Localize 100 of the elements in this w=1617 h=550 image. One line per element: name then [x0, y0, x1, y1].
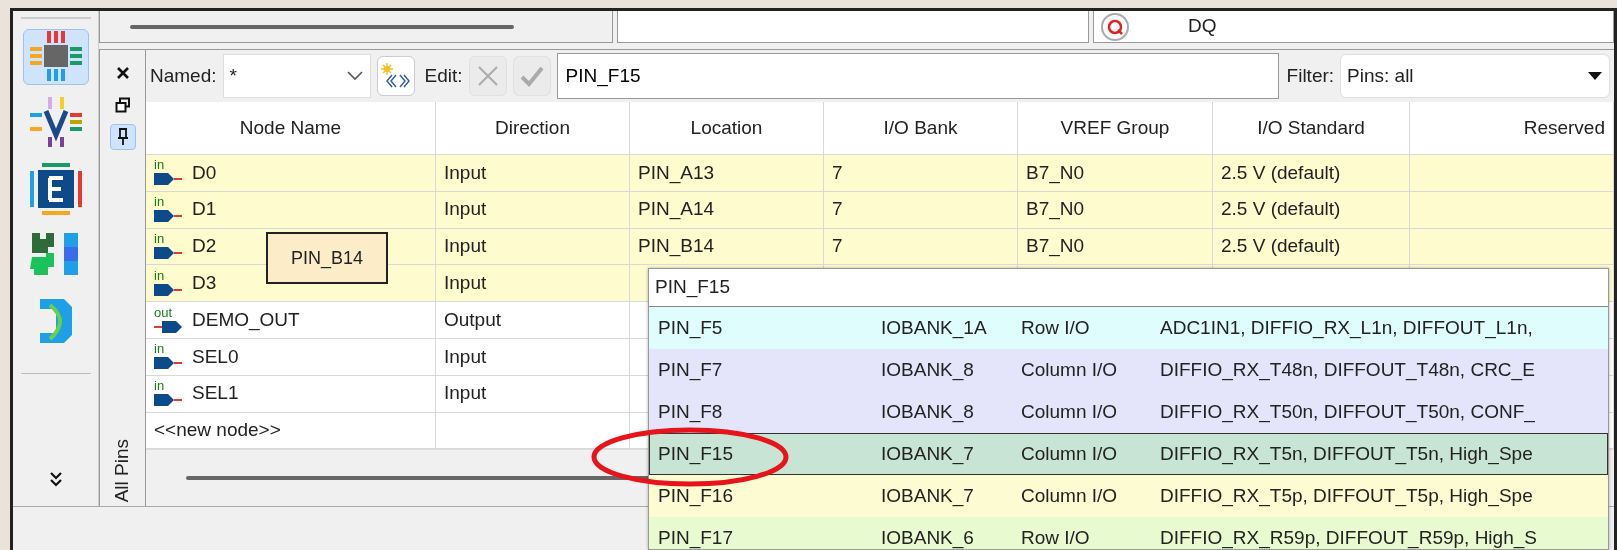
pin-type-label: in [154, 268, 166, 282]
table-cell-text: 2.5 V (default) [1221, 234, 1341, 259]
bank-text: IOBANK_1A [881, 315, 988, 341]
caret-down-icon [1587, 71, 1603, 81]
pin-type-label: out [154, 305, 174, 319]
functions-text: DIFFIO_RX_T50n, DIFFOUT_T50n, CONF_ [1160, 399, 1535, 425]
pin-type-label: in [154, 195, 166, 209]
pin-text: PIN_F17 [657, 525, 734, 549]
list-item[interactable]: PIN_F15 IOBANK_7 Column I/O DIFFIO_RX_T5n, DIFFOUT_T5n, High_Spe [649, 433, 1608, 475]
field-label: Named: [150, 63, 217, 88]
table-cell-text: 7 [832, 234, 843, 259]
list-item[interactable]: PIN_F5 IOBANK_1A Row I/O ADC1IN1, DIFFIO_RX_L1n, DIFFOUT_L1n, [649, 307, 1608, 349]
pin-type-label: in [154, 342, 166, 356]
functions-text: DIFFIO_RX_R59p, DIFFOUT_R59p, High_S [1160, 525, 1537, 549]
popup-value: PIN_F15 [655, 275, 730, 300]
column-header[interactable]: I/O Standard [1213, 102, 1410, 154]
table-cell-text: Input [444, 381, 487, 406]
list-item[interactable]: PIN_F16 IOBANK_7 Column I/O DIFFIO_RX_T5p, DIFFOUT_T5p, High_Spe [649, 475, 1608, 517]
table-cell-text: 7 [832, 160, 843, 185]
bank-text: IOBANK_8 [881, 357, 975, 383]
bank-text: IOBANK_8 [881, 399, 975, 425]
pin-text: PIN_F16 [657, 483, 734, 509]
field-label: Edit: [424, 63, 463, 88]
type-text: Row I/O [1021, 525, 1091, 549]
table-cell-text: 2.5 V (default) [1221, 197, 1341, 222]
field-label: Filter: [1286, 63, 1335, 88]
list-item[interactable]: PIN_F7 IOBANK_8 Column I/O DIFFIO_RX_T48n, DIFFOUT_T48n, CRC_E [649, 349, 1608, 391]
table-cell[interactable]: <<new node>> [154, 416, 281, 445]
scrollbar[interactable] [130, 24, 514, 29]
table-cell-text: SEL0 [192, 344, 239, 369]
wizard-button[interactable] [376, 56, 415, 96]
input-pin-icon [154, 355, 182, 372]
table-cell-text: Input [444, 160, 487, 185]
named-dropdown[interactable]: * [222, 54, 371, 98]
table-cell-text: 7 [832, 197, 843, 222]
table-cell-text: PIN_B14 [638, 234, 715, 259]
pin-type-label: in [154, 232, 166, 245]
type-text: Column I/O [1021, 441, 1119, 466]
input-pin-icon [154, 171, 182, 188]
list-item[interactable]: PIN_F8 IOBANK_8 Column I/O DIFFIO_RX_T50n, DIFFOUT_T50n, CONF_ [649, 391, 1608, 433]
functions-text: DIFFIO_RX_T48n, DIFFOUT_T48n, CRC_E [1160, 357, 1535, 383]
type-text: Column I/O [1021, 357, 1119, 382]
type-text: Column I/O [1021, 399, 1119, 424]
column-header[interactable]: Node Name [146, 102, 436, 154]
table-cell-text: 2.5 V (default) [1221, 160, 1341, 185]
table-cell-text: SEL1 [192, 381, 239, 406]
table-cell-text: Input [444, 197, 487, 222]
tooltip: PIN_B14 [266, 232, 388, 284]
pin-type-label: in [154, 379, 166, 393]
pin-text: PIN_F8 [657, 399, 724, 425]
column-header[interactable]: I/O Bank [824, 102, 1018, 154]
sidebar-item[interactable] [22, 29, 89, 85]
bank-text: IOBANK_7 [881, 441, 975, 467]
pin-type-label: in [154, 158, 166, 172]
table-cell-text: D0 [192, 160, 217, 185]
output-pin-icon [154, 318, 182, 335]
table-row[interactable]: in D1 Input PIN_A14 7 B7_N0 2.5 V (default) [146, 191, 1614, 229]
close-icon [476, 65, 499, 87]
type-text: Column I/O [1021, 483, 1119, 508]
input-pin-icon [154, 245, 182, 261]
search-field[interactable]: DQ [1093, 11, 1614, 43]
table-cell-text: Input [444, 344, 487, 369]
table-cell-text: B7_N0 [1026, 234, 1085, 259]
table-cell-text: Input [444, 271, 487, 296]
table-cell-text: B7_N0 [1026, 197, 1085, 222]
functions-text: DIFFIO_RX_T5p, DIFFOUT_T5p, High_Spe [1160, 483, 1533, 509]
check-icon [519, 65, 544, 87]
column-header[interactable]: Location [630, 102, 824, 154]
edit-field[interactable]: PIN_F15 [556, 53, 1279, 99]
pin-text: PIN_F7 [657, 357, 724, 383]
column-header[interactable]: VREF Group [1018, 102, 1213, 154]
filter-dropdown[interactable]: Pins: all [1340, 54, 1610, 98]
pin-text: PIN_F5 [657, 315, 724, 341]
table-cell-text: D3 [192, 271, 217, 296]
chevron-down-icon [345, 70, 364, 82]
table-cell-text: B7_N0 [1026, 160, 1085, 186]
table-cell-text: Output [444, 307, 502, 332]
table-cell-text: PIN_A14 [638, 197, 715, 222]
text-field[interactable] [617, 11, 1089, 43]
table-cell-text: D1 [192, 197, 217, 222]
input-pin-icon [154, 208, 182, 225]
column-header[interactable]: Direction [436, 102, 630, 154]
search-text: DQ [1188, 14, 1217, 39]
list-item[interactable]: PIN_F17 IOBANK_6 Row I/O DIFFIO_RX_R59p, DIFFOUT_R59p, High_S [649, 517, 1608, 549]
bank-text: IOBANK_6 [881, 525, 975, 549]
pin-icon[interactable] [109, 124, 136, 150]
functions-text: ADC1IN1, DIFFIO_RX_L1n, DIFFOUT_L1n, [1160, 315, 1533, 341]
column-header[interactable]: Reserved [1410, 102, 1614, 154]
table-cell-text: PIN_A13 [638, 160, 715, 186]
panel-tab[interactable]: All Pins [108, 434, 137, 506]
bank-text: IOBANK_7 [881, 483, 975, 509]
app-logo-icon [1100, 11, 1130, 42]
table-row[interactable]: in D0 Input PIN_A13 7 B7_N0 2.5 V (default) [146, 155, 1614, 192]
functions-text: DIFFIO_RX_T5n, DIFFOUT_T5n, High_Spe [1160, 441, 1533, 467]
pin-text: PIN_F15 [657, 441, 734, 467]
input-pin-icon [154, 392, 182, 409]
input-pin-icon [154, 281, 182, 298]
table-cell-text: Input [444, 234, 487, 259]
table-cell-text: DEMO_OUT [192, 307, 300, 333]
type-text: Row I/O [1021, 315, 1091, 340]
